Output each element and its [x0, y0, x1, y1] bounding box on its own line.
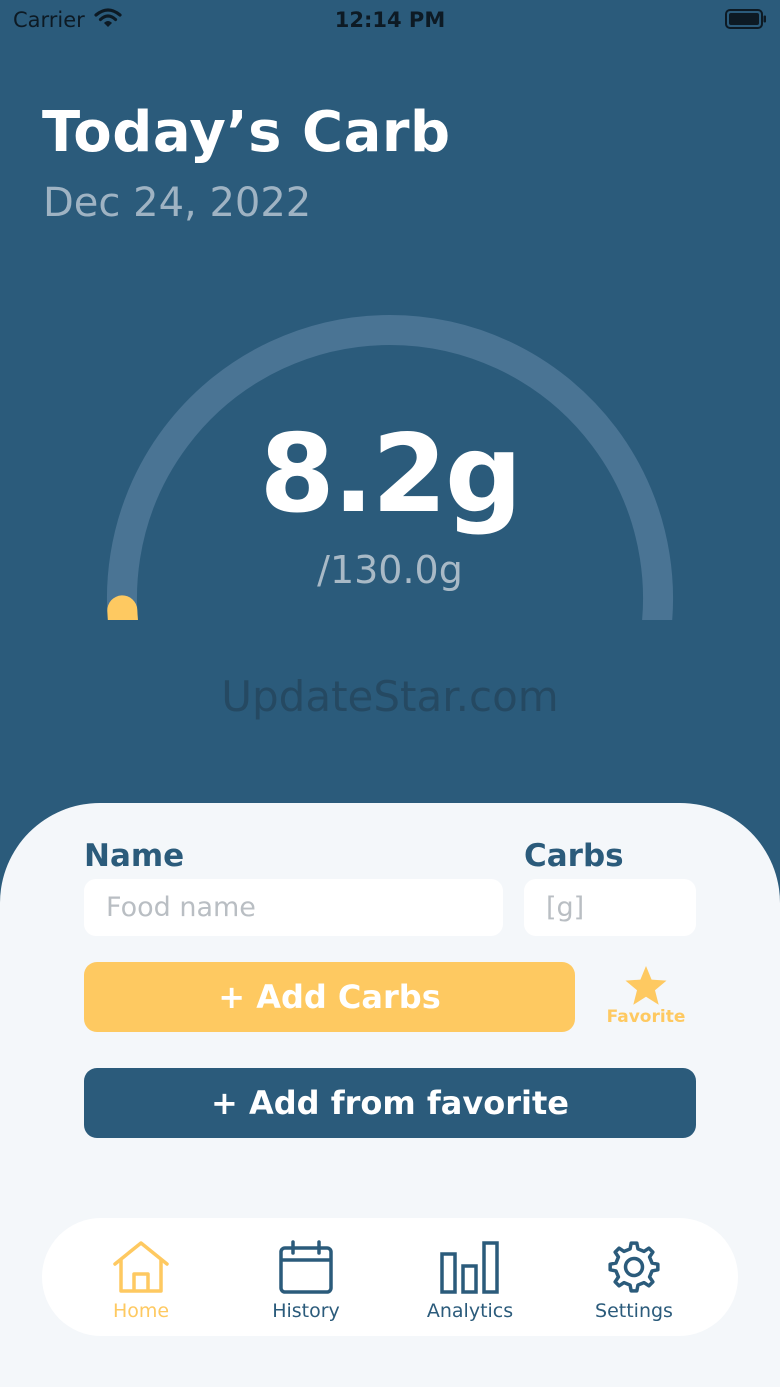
home-icon [113, 1241, 169, 1293]
tab-home-label: Home [112, 1300, 170, 1322]
star-icon [625, 966, 667, 1005]
tab-analytics-label: Analytics [426, 1300, 514, 1322]
tab-home[interactable]: Home [61, 1240, 221, 1322]
carb-total: 8.2g [259, 412, 523, 537]
clock: 12:14 PM [334, 8, 446, 32]
tab-settings-label: Settings [595, 1300, 673, 1322]
date-label: Dec 24, 2022 [43, 180, 312, 226]
carbs-label: Carbs [524, 838, 624, 874]
tab-bar: Home History Analytics Settings [42, 1218, 738, 1336]
add-carbs-button[interactable]: + Add Carbs [84, 962, 575, 1032]
name-label: Name [84, 838, 185, 874]
tab-history-label: History [272, 1300, 340, 1322]
favorite-button[interactable]: Favorite [600, 965, 692, 1035]
carbs-input[interactable] [524, 879, 696, 936]
gear-icon [608, 1241, 660, 1293]
watermark: UpdateStar.com [221, 672, 559, 721]
calendar-icon [279, 1240, 333, 1294]
tab-history[interactable]: History [226, 1240, 386, 1322]
tab-settings[interactable]: Settings [554, 1240, 714, 1322]
battery-icon [725, 9, 767, 34]
status-bar: Carrier 12:14 PM [0, 0, 780, 40]
gauge-fill [107, 595, 139, 620]
favorite-label: Favorite [606, 1007, 686, 1027]
page-title: Today’s Carb [42, 100, 451, 165]
food-name-input[interactable] [84, 879, 503, 936]
tab-analytics[interactable]: Analytics [390, 1240, 550, 1322]
bar-chart-icon [440, 1241, 499, 1294]
add-from-favorite-button[interactable]: + Add from favorite [84, 1068, 696, 1138]
carb-goal: /130.0g [317, 548, 463, 592]
